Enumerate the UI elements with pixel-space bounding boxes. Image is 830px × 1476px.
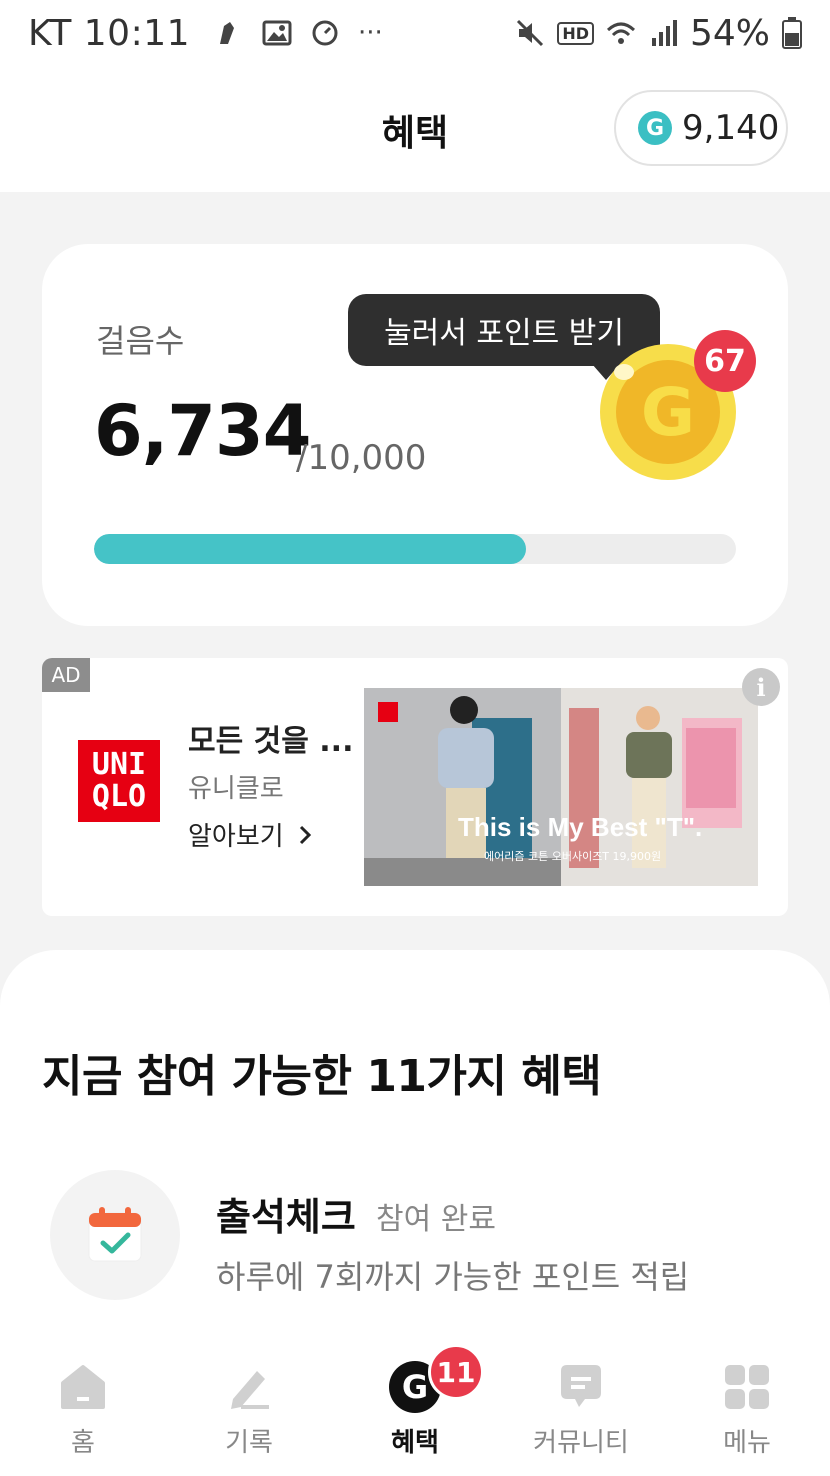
notification-icons: ··· bbox=[214, 18, 383, 48]
ad-brand: 유니클로 bbox=[188, 774, 284, 804]
ad-image[interactable]: This is My Best "T". 에어리즘 코튼 오버사이즈T 19,9… bbox=[364, 688, 758, 886]
steps-label: 걸음수 bbox=[96, 322, 185, 360]
info-icon[interactable]: i bbox=[742, 668, 780, 706]
wifi-icon bbox=[606, 22, 636, 44]
battery-icon bbox=[782, 17, 802, 49]
ad-learn-more-link[interactable]: 알아보기 bbox=[188, 816, 312, 853]
ad-banner[interactable]: AD UNI QLO 모든 것을 ... 유니클로 알아보기 This is M… bbox=[42, 658, 788, 916]
grid-icon bbox=[720, 1360, 774, 1414]
app-header: 혜택 G 9,140 bbox=[0, 66, 830, 192]
ad-image-headline: This is My Best "T". bbox=[458, 812, 703, 842]
benefit-status: 참여 완료 bbox=[376, 1202, 496, 1237]
nav-item-home[interactable]: 홈 bbox=[0, 1338, 166, 1476]
nav-item-community[interactable]: 커뮤니티 bbox=[498, 1338, 664, 1476]
benefits-title: 지금 참여 가능한 11가지 혜택 bbox=[42, 1051, 602, 1102]
bottom-navigation: 홈 기록 G 11 혜택 커뮤니티 메뉴 bbox=[0, 1338, 830, 1476]
nav-label: 혜택 bbox=[391, 1428, 439, 1458]
logo-line-1: UNI bbox=[91, 747, 147, 782]
logo-line-2: QLO bbox=[91, 779, 147, 814]
point-balance-button[interactable]: G 9,140 bbox=[614, 90, 788, 166]
nav-label: 기록 bbox=[225, 1428, 273, 1458]
home-icon bbox=[56, 1360, 110, 1414]
system-icons: HD 54% bbox=[515, 13, 802, 54]
timer-icon bbox=[312, 20, 338, 46]
claim-points-tooltip: 눌러서 포인트 받기 bbox=[348, 294, 660, 380]
mute-icon bbox=[517, 19, 544, 47]
nav-item-benefits[interactable]: G 11 혜택 bbox=[332, 1338, 498, 1476]
chevron-right-icon bbox=[299, 825, 311, 844]
ad-title: 모든 것을 ... bbox=[188, 724, 354, 759]
clock: 10:11 bbox=[83, 12, 191, 54]
calendar-check-icon bbox=[88, 1207, 142, 1262]
ad-cta-label: 알아보기 bbox=[188, 822, 284, 852]
pencil-icon bbox=[222, 1360, 276, 1414]
nav-item-menu[interactable]: 메뉴 bbox=[664, 1338, 830, 1476]
image-icon bbox=[262, 20, 292, 46]
nav-label: 메뉴 bbox=[723, 1428, 771, 1458]
coin-count-badge: 67 bbox=[694, 330, 756, 392]
steps-progress-bar bbox=[94, 534, 736, 564]
battery-percent: 54% bbox=[689, 12, 770, 54]
steps-card: 걸음수 6,734 /10,000 눌러서 포인트 받기 G 67 bbox=[42, 244, 788, 626]
nav-label: 커뮤니티 bbox=[533, 1428, 629, 1458]
steps-goal: /10,000 bbox=[296, 438, 427, 478]
g-coin-icon: G bbox=[638, 111, 672, 145]
benefit-name: 출석체크 bbox=[216, 1195, 356, 1239]
steps-progress-fill bbox=[94, 534, 527, 564]
nav-item-record[interactable]: 기록 bbox=[166, 1338, 332, 1476]
signal-icon bbox=[651, 20, 677, 46]
ad-image-subtext: 에어리즘 코튼 오버사이즈T 19,900원 bbox=[484, 850, 662, 863]
benefit-icon-wrapper bbox=[50, 1170, 180, 1300]
coin-shine bbox=[614, 364, 634, 380]
hd-icon: HD bbox=[557, 21, 594, 45]
status-bar: KT 10:11 ··· HD 54% bbox=[0, 0, 830, 66]
ad-tag: AD bbox=[42, 658, 90, 692]
benefits-count-badge: 11 bbox=[428, 1344, 484, 1400]
chat-icon bbox=[554, 1360, 608, 1414]
benefit-description: 하루에 7회까지 가능한 포인트 적립 bbox=[216, 1258, 690, 1296]
more-icon: ··· bbox=[358, 18, 383, 48]
point-balance: 9,140 bbox=[682, 108, 780, 148]
brand-logo: UNI QLO bbox=[78, 740, 160, 822]
steps-count: 6,734 bbox=[94, 390, 311, 472]
carrier-time: KT 10:11 bbox=[28, 13, 190, 54]
nav-label: 홈 bbox=[71, 1428, 95, 1458]
carrier: KT bbox=[28, 12, 72, 54]
shoe-icon bbox=[220, 22, 235, 44]
